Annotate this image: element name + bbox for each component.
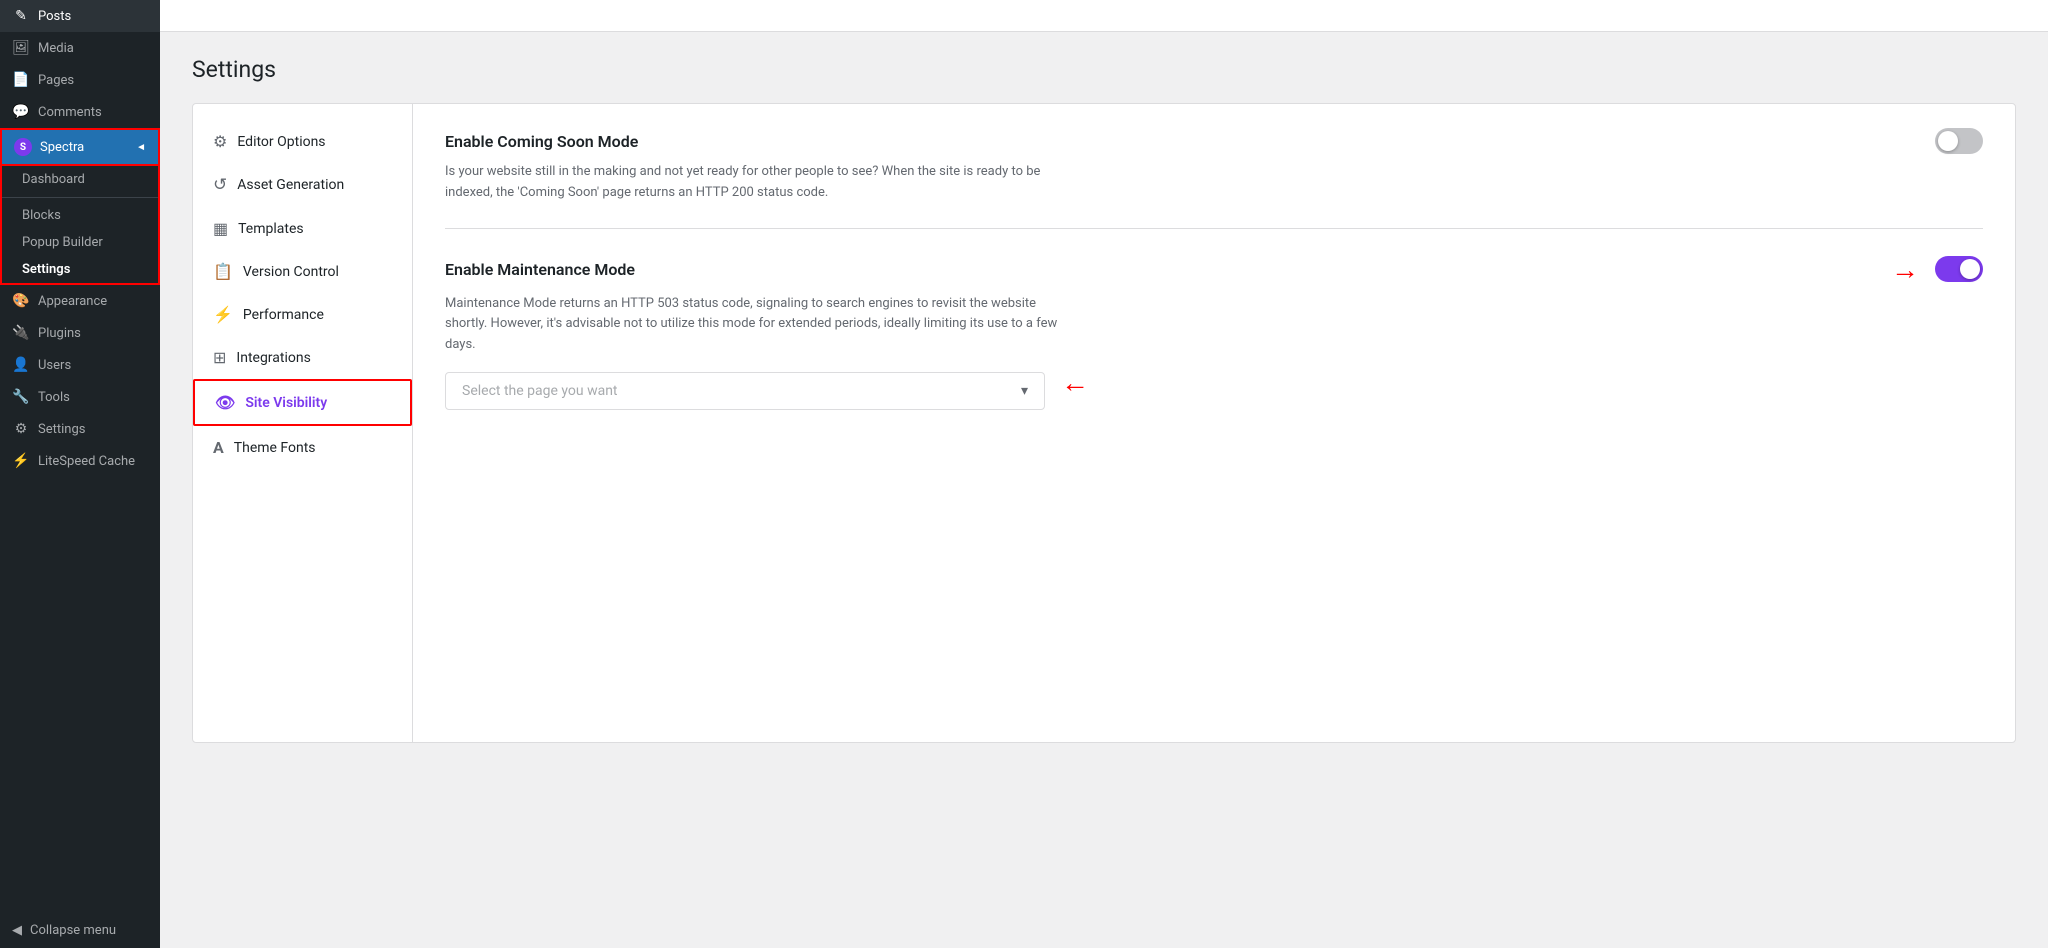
maintenance-description: Maintenance Mode returns an HTTP 503 sta… (445, 294, 1065, 356)
maintenance-toggle-thumb (1960, 259, 1980, 279)
dropdown-placeholder: Select the page you want (462, 383, 618, 399)
maintenance-block: Enable Maintenance Mode → Maintenance Mo… (445, 253, 1983, 434)
sidebar-item-dashboard[interactable]: Dashboard (2, 166, 158, 193)
page-select-dropdown[interactable]: Select the page you want ▾ (445, 372, 1045, 410)
plugins-icon: 🔌 (12, 325, 30, 341)
sidebar-item-posts[interactable]: ✎ Posts (0, 0, 160, 32)
spectra-icon: S (14, 138, 32, 156)
settings-nav: ⚙ Editor Options ↺ Asset Generation ▦ Te… (193, 104, 413, 742)
sidebar-item-popup-builder[interactable]: Popup Builder (2, 229, 158, 256)
main-content: Settings ⚙ Editor Options ↺ Asset Genera… (160, 0, 2048, 948)
red-arrow-to-toggle: → (1891, 253, 1919, 286)
content-area: Settings ⚙ Editor Options ↺ Asset Genera… (160, 32, 2048, 948)
sidebar-item-users[interactable]: 👤 Users (0, 349, 160, 381)
coming-soon-description: Is your website still in the making and … (445, 162, 1065, 204)
coming-soon-header: Enable Coming Soon Mode (445, 128, 1983, 154)
coming-soon-toggle-thumb (1938, 131, 1958, 151)
asset-generation-icon: ↺ (213, 175, 227, 195)
sidebar-item-blocks[interactable]: Blocks (2, 202, 158, 229)
sidebar-item-litespeed[interactable]: ⚡ LiteSpeed Cache (0, 445, 160, 477)
wp-settings-icon: ⚙ (12, 421, 30, 437)
performance-icon: ⚡ (213, 305, 233, 324)
settings-nav-version-control[interactable]: 📋 Version Control (193, 250, 412, 293)
maintenance-toggle[interactable] (1935, 256, 1983, 282)
integrations-icon: ⊞ (213, 348, 226, 367)
maintenance-header: Enable Maintenance Mode → (445, 253, 1983, 286)
coming-soon-block: Enable Coming Soon Mode Is your website … (445, 128, 1983, 229)
appearance-icon: 🎨 (12, 293, 30, 309)
site-visibility-icon: 👁 (215, 393, 235, 412)
templates-icon: ▦ (213, 219, 228, 238)
settings-nav-site-visibility[interactable]: 👁 Site Visibility (193, 379, 412, 426)
sidebar-item-plugins[interactable]: 🔌 Plugins (0, 317, 160, 349)
sidebar-item-comments[interactable]: 💬 Comments (0, 96, 160, 128)
collapse-icon: ◀ (12, 923, 22, 938)
top-bar (160, 0, 2048, 32)
settings-nav-editor-options[interactable]: ⚙ Editor Options (193, 120, 412, 163)
litespeed-icon: ⚡ (12, 453, 30, 469)
page-title: Settings (192, 56, 2016, 83)
sidebar-item-pages[interactable]: 📄 Pages (0, 64, 160, 96)
maintenance-toggle-track[interactable] (1935, 256, 1983, 282)
settings-nav-integrations[interactable]: ⊞ Integrations (193, 336, 412, 379)
coming-soon-toggle[interactable] (1935, 128, 1983, 154)
sidebar-item-settings[interactable]: Settings (2, 256, 158, 283)
sidebar-item-appearance[interactable]: 🎨 Appearance (0, 285, 160, 317)
settings-container: ⚙ Editor Options ↺ Asset Generation ▦ Te… (192, 103, 2016, 743)
chevron-icon: ◄ (136, 142, 146, 153)
red-arrow-to-dropdown: ← (1061, 366, 1089, 399)
tools-icon: 🔧 (12, 389, 30, 405)
sidebar-item-media[interactable]: 🖼 Media (0, 32, 160, 64)
divider (2, 197, 158, 198)
dropdown-chevron-icon: ▾ (1021, 383, 1028, 399)
sidebar-item-wp-settings[interactable]: ⚙ Settings (0, 413, 160, 445)
maintenance-title: Enable Maintenance Mode (445, 260, 635, 279)
sidebar: ✎ Posts 🖼 Media 📄 Pages 💬 Comments S Spe… (0, 0, 160, 948)
posts-icon: ✎ (12, 8, 30, 24)
editor-options-icon: ⚙ (213, 132, 227, 151)
sidebar-item-spectra[interactable]: S Spectra ◄ (0, 128, 160, 166)
media-icon: 🖼 (12, 40, 30, 56)
settings-content-panel: Enable Coming Soon Mode Is your website … (413, 104, 2015, 742)
collapse-menu-button[interactable]: ◀ Collapse menu (0, 913, 160, 948)
comments-icon: 💬 (12, 104, 30, 120)
coming-soon-toggle-track[interactable] (1935, 128, 1983, 154)
settings-nav-performance[interactable]: ⚡ Performance (193, 293, 412, 336)
version-control-icon: 📋 (213, 262, 233, 281)
pages-icon: 📄 (12, 72, 30, 88)
coming-soon-title: Enable Coming Soon Mode (445, 132, 638, 151)
sidebar-item-tools[interactable]: 🔧 Tools (0, 381, 160, 413)
theme-fonts-icon: A (213, 438, 224, 457)
users-icon: 👤 (12, 357, 30, 373)
spectra-submenu: Dashboard Blocks Popup Builder Settings (0, 166, 160, 285)
settings-nav-theme-fonts[interactable]: A Theme Fonts (193, 426, 412, 469)
settings-nav-asset-generation[interactable]: ↺ Asset Generation (193, 163, 412, 207)
settings-nav-templates[interactable]: ▦ Templates (193, 207, 412, 250)
